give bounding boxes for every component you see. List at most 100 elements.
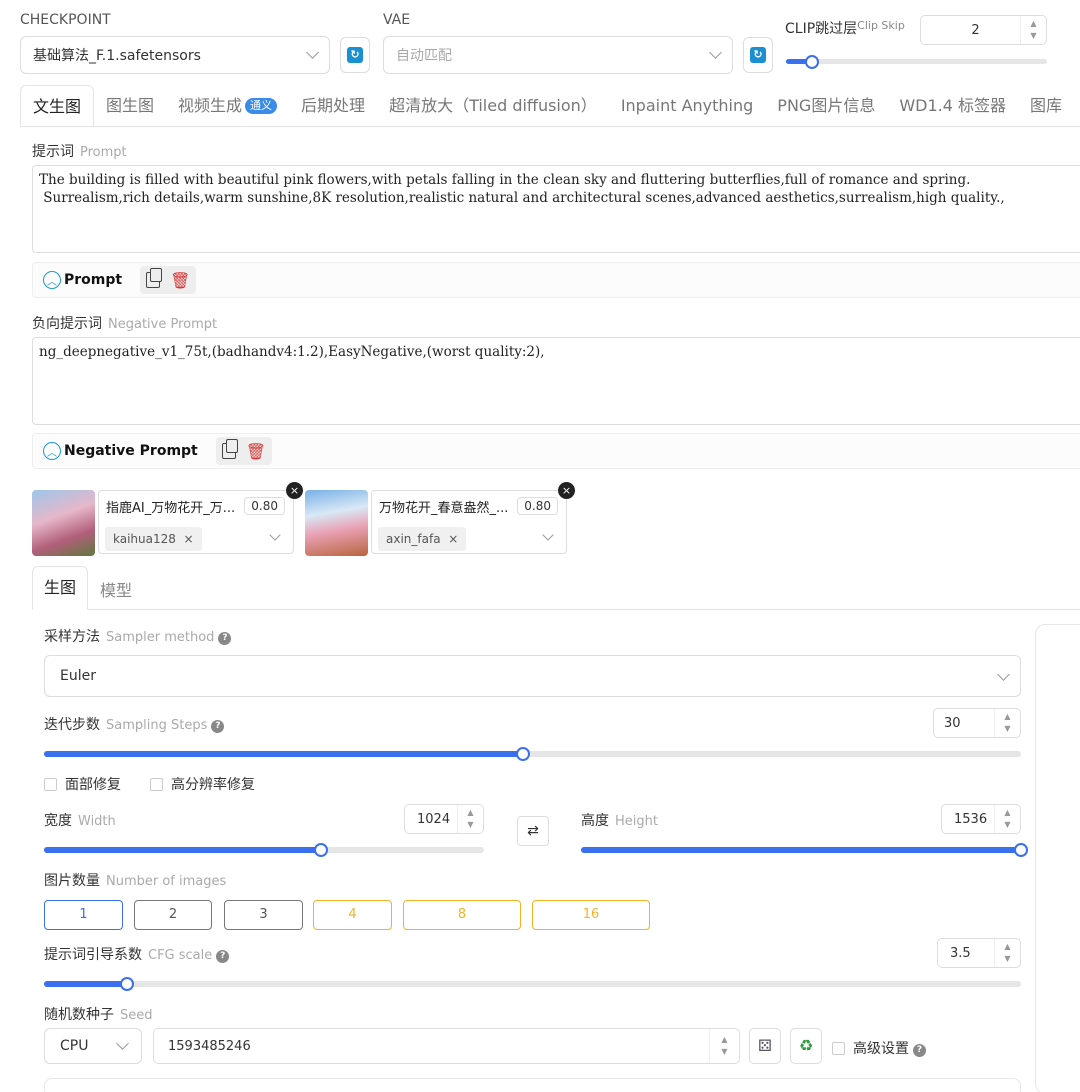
advanced-settings-checkbox[interactable]: 高级设置? xyxy=(832,1038,926,1058)
lora-trigger-tag[interactable]: axin_fafa × xyxy=(378,527,467,551)
num-images-option-16[interactable]: 16 xyxy=(532,900,650,930)
lora-info: 万物花开_春意盎然_... 0.80 axin_fafa × xyxy=(371,490,567,554)
random-seed-button[interactable]: ⚄ xyxy=(749,1028,781,1064)
lora-thumbnail[interactable] xyxy=(305,490,368,556)
tab-1[interactable]: 图生图 xyxy=(94,85,166,127)
slider-handle[interactable] xyxy=(314,843,329,857)
subtab-model[interactable]: 模型 xyxy=(100,577,132,601)
cfg-input[interactable]: 3.5 ▲ ▼ xyxy=(937,938,1021,968)
tab-6[interactable]: PNG图片信息 xyxy=(765,85,887,127)
collapse-icon[interactable]: ︿ xyxy=(43,271,61,289)
swap-dimensions-button[interactable]: ⇄ xyxy=(517,816,549,846)
tab-badge: 通义 xyxy=(245,98,278,114)
negative-prompt-toolbar: ︿ Negative Prompt 🗑 xyxy=(32,433,1080,469)
prompt-toolbar-title: Prompt xyxy=(64,272,123,288)
slider-handle[interactable] xyxy=(1014,843,1028,857)
checkpoint-refresh-button[interactable]: ↻ xyxy=(340,37,370,73)
slider-handle[interactable] xyxy=(120,977,135,991)
height-label: 高度 Height xyxy=(581,813,658,829)
reuse-seed-button[interactable]: ♻ xyxy=(790,1028,822,1064)
steps-input[interactable]: 30 ▲ ▼ xyxy=(933,708,1021,738)
lora-weight-input[interactable]: 0.80 xyxy=(517,497,558,515)
tab-3[interactable]: 后期处理 xyxy=(289,85,377,127)
swap-icon: ⇄ xyxy=(527,823,539,839)
trash-icon[interactable]: 🗑 xyxy=(170,271,190,290)
lora-trigger-tag[interactable]: kaihua128 × xyxy=(105,527,202,551)
tab-0[interactable]: 文生图 xyxy=(20,85,95,127)
num-images-option-2[interactable]: 2 xyxy=(134,900,212,930)
refresh-icon: ↻ xyxy=(347,47,363,63)
lora-info: 指鹿AI_万物花开_万... 0.80 kaihua128 × xyxy=(98,490,294,554)
remove-lora-button[interactable]: × xyxy=(558,482,575,499)
checkpoint-value: 基础算法_F.1.safetensors xyxy=(33,48,201,64)
stepper-icon[interactable]: ▲ ▼ xyxy=(709,1029,739,1063)
slider-fill xyxy=(44,847,322,853)
help-icon: ? xyxy=(913,1044,926,1057)
hires-fix-checkbox[interactable]: 高分辨率修复 xyxy=(150,774,255,794)
slider-handle[interactable] xyxy=(805,55,820,69)
num-images-option-1[interactable]: 1 xyxy=(44,900,123,930)
subtab-generate[interactable]: 生图 xyxy=(32,566,88,610)
height-input[interactable]: 1536 ▲ ▼ xyxy=(941,804,1021,834)
stepper-icon[interactable]: ▲ ▼ xyxy=(994,709,1020,737)
tab-2[interactable]: 视频生成 通义 xyxy=(166,85,289,127)
copy-icon[interactable] xyxy=(221,439,238,459)
seed-device-select[interactable]: CPU xyxy=(44,1028,142,1064)
chevron-down-icon xyxy=(116,1037,129,1050)
width-input[interactable]: 1024 ▲ ▼ xyxy=(404,804,484,834)
face-restore-checkbox[interactable]: 面部修复 xyxy=(44,774,121,794)
seed-input[interactable]: 1593485246 ▲ ▼ xyxy=(153,1028,740,1064)
copy-icon[interactable] xyxy=(146,268,163,288)
width-slider[interactable] xyxy=(44,843,484,857)
tab-7[interactable]: WD1.4 标签器 xyxy=(887,85,1018,127)
help-icon: ? xyxy=(218,632,232,645)
slider-fill xyxy=(581,847,1021,853)
help-icon: ? xyxy=(211,720,225,733)
tab-8[interactable]: 图库 xyxy=(1018,85,1074,127)
num-images-option-3[interactable]: 3 xyxy=(224,900,303,930)
steps-slider[interactable] xyxy=(44,747,1021,761)
prompt-toolbar: ︿ Prompt 🗑 xyxy=(32,262,1080,298)
tab-5[interactable]: Inpaint Anything xyxy=(609,85,765,127)
chevron-down-icon xyxy=(306,46,319,59)
num-images-label: 图片数量 Number of images xyxy=(44,873,227,889)
stepper-icon[interactable]: ▲ ▼ xyxy=(457,805,483,833)
prompt-textarea[interactable]: The building is filled with beautiful pi… xyxy=(32,165,1080,253)
divider xyxy=(32,609,1080,610)
trash-icon[interactable]: 🗑 xyxy=(246,442,266,461)
height-slider[interactable] xyxy=(581,843,1028,857)
stepper-icon[interactable]: ▲ ▼ xyxy=(994,805,1020,833)
chevron-down-icon[interactable] xyxy=(542,529,554,541)
remove-lora-button[interactable]: × xyxy=(286,482,303,499)
cfg-slider[interactable] xyxy=(44,977,1021,991)
lora-card: 指鹿AI_万物花开_万... 0.80 kaihua128 × × xyxy=(32,482,303,556)
chevron-down-icon[interactable] xyxy=(269,529,281,541)
clip-skip-slider[interactable] xyxy=(786,55,1047,69)
vae-refresh-button[interactable]: ↻ xyxy=(743,37,773,73)
collapse-icon[interactable]: ︿ xyxy=(43,442,61,460)
vae-value: 自动匹配 xyxy=(396,48,452,64)
vae-select[interactable]: 自动匹配 xyxy=(383,36,733,74)
seed-label: 随机数种子 Seed xyxy=(44,1007,153,1023)
lora-thumbnail[interactable] xyxy=(32,490,95,556)
divider xyxy=(20,126,1080,127)
stepper-icon[interactable]: ▲ ▼ xyxy=(1020,16,1046,44)
sampler-value: Euler xyxy=(60,668,96,684)
lora-weight-input[interactable]: 0.80 xyxy=(244,497,285,515)
slider-handle[interactable] xyxy=(515,747,530,761)
sampler-select[interactable]: Euler xyxy=(44,655,1021,697)
negative-prompt-textarea[interactable]: ng_deepnegative_v1_75t,(badhandv4:1.2),E… xyxy=(32,337,1080,425)
checkpoint-select[interactable]: 基础算法_F.1.safetensors xyxy=(20,36,330,74)
checkpoint-label: CHECKPOINT xyxy=(20,12,111,28)
extra-panel xyxy=(44,1078,1021,1092)
negative-toolbar-title: Negative Prompt xyxy=(64,443,198,459)
slider-fill xyxy=(44,981,128,987)
num-images-option-4[interactable]: 4 xyxy=(313,900,392,930)
seed-device-value: CPU xyxy=(60,1038,89,1054)
clip-skip-input[interactable]: 2 ▲ ▼ xyxy=(920,15,1047,45)
stepper-icon[interactable]: ▲ ▼ xyxy=(994,939,1020,967)
lora-name: 指鹿AI_万物花开_万... xyxy=(106,501,236,516)
dice-icon: ⚄ xyxy=(758,1036,772,1055)
num-images-option-8[interactable]: 8 xyxy=(403,900,521,930)
tab-4[interactable]: 超清放大（Tiled diffusion） xyxy=(377,85,609,127)
